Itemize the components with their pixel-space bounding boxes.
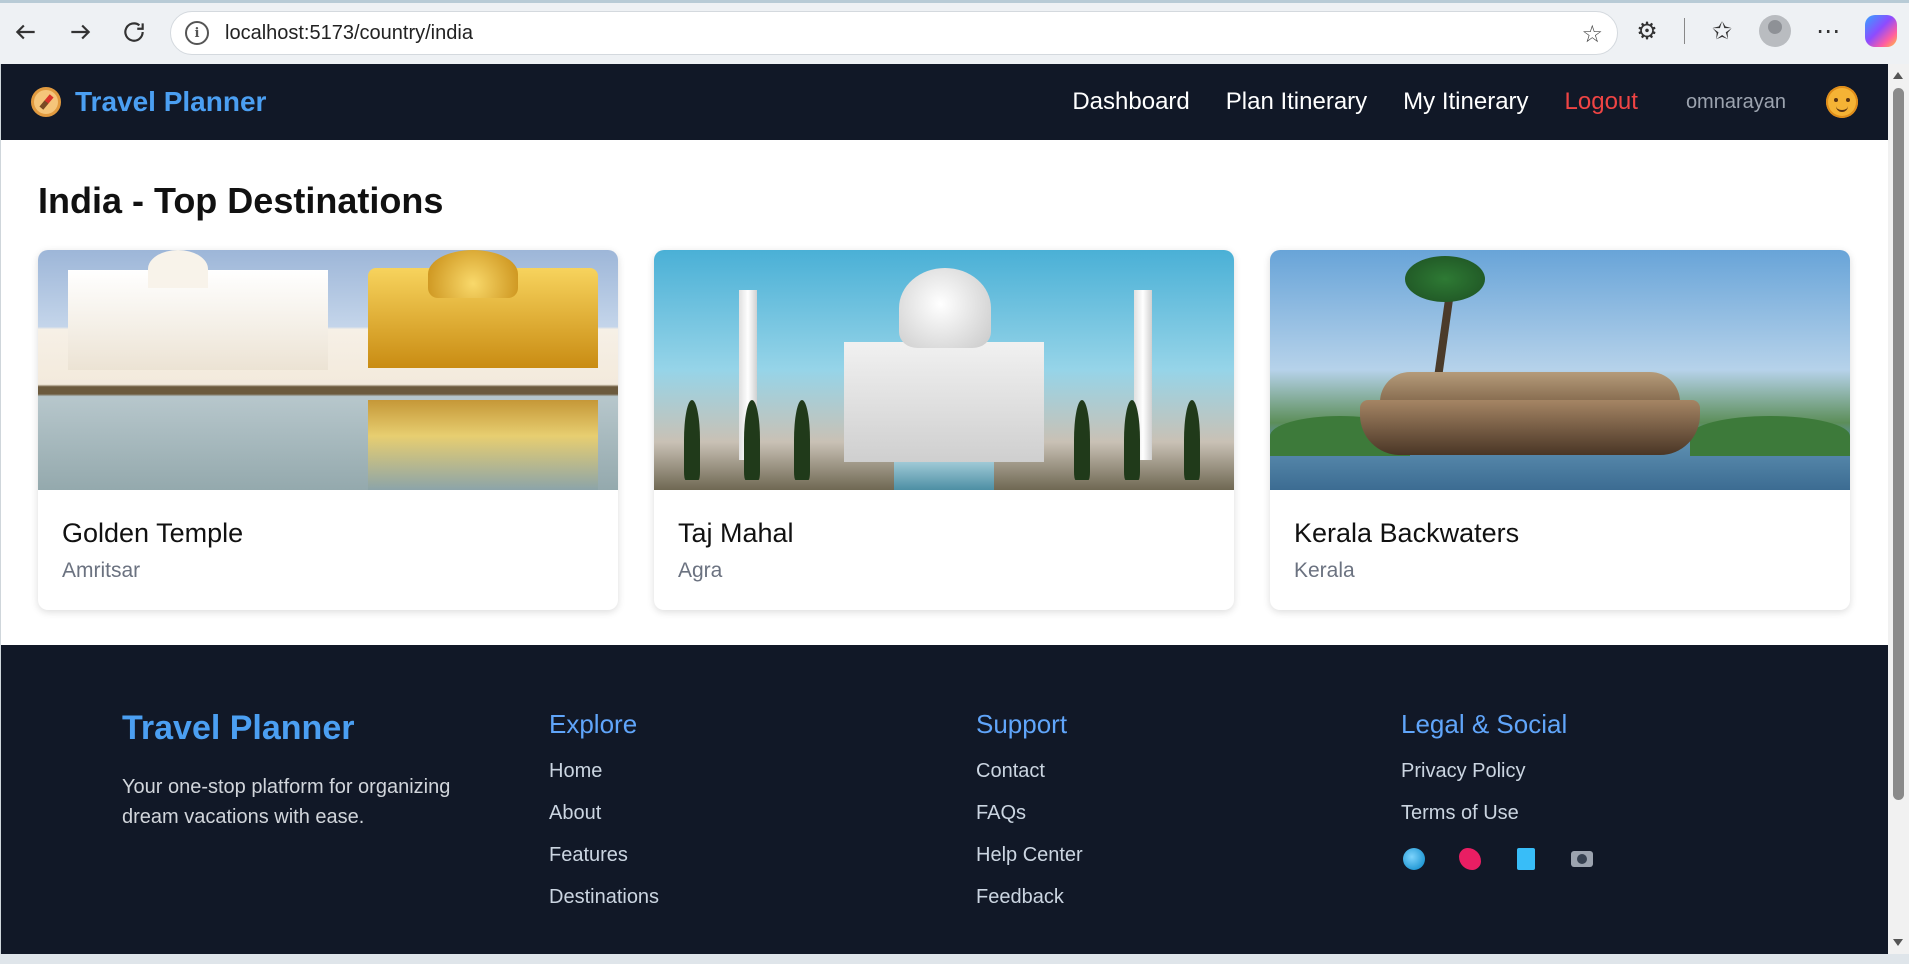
- footer-tagline: Your one-stop platform for organizing dr…: [122, 776, 451, 828]
- page-scrollbar[interactable]: [1888, 64, 1909, 954]
- logout-link[interactable]: Logout: [1565, 88, 1638, 116]
- footer-link-help-center[interactable]: Help Center: [976, 842, 1083, 884]
- brand-name: Travel Planner: [75, 86, 267, 117]
- footer-link-features[interactable]: Features: [549, 842, 659, 884]
- browser-extensions: ⚙ ✩ ⋯: [1630, 14, 1897, 48]
- destination-image-golden-temple: [38, 250, 618, 490]
- forward-button[interactable]: [60, 12, 100, 52]
- app-navbar: Travel Planner Dashboard Plan Itinerary …: [1, 64, 1888, 140]
- footer-link-home[interactable]: Home: [549, 758, 659, 800]
- arrow-left-icon: [15, 24, 35, 40]
- globe-icon[interactable]: [1401, 846, 1427, 872]
- camera-icon[interactable]: [1569, 846, 1595, 872]
- copilot-icon[interactable]: [1865, 15, 1897, 47]
- window-bottom-edge: [0, 954, 1909, 964]
- scroll-up-icon[interactable]: [1893, 72, 1903, 79]
- footer: Travel Planner Your one-stop platform fo…: [1, 645, 1888, 954]
- more-menu-icon[interactable]: ⋯: [1811, 14, 1845, 48]
- footer-brand: Travel Planner: [122, 709, 355, 747]
- footer-support-column: Support Contact FAQs Help Center Feedbac…: [976, 709, 1083, 926]
- reload-icon: [124, 22, 144, 42]
- scroll-down-icon[interactable]: [1893, 939, 1903, 946]
- footer-brand-column: Travel Planner Your one-stop platform fo…: [122, 709, 482, 832]
- destination-location: Kerala: [1294, 559, 1355, 582]
- footer-link-terms-of-use[interactable]: Terms of Use: [1401, 800, 1595, 842]
- footer-heading: Support: [976, 709, 1068, 739]
- reload-button[interactable]: [114, 12, 154, 52]
- destination-card[interactable]: Taj Mahal Agra: [654, 250, 1234, 610]
- destination-location: Amritsar: [62, 559, 141, 582]
- page-viewport: Travel Planner Dashboard Plan Itinerary …: [0, 64, 1888, 954]
- username: omnarayan: [1685, 90, 1786, 113]
- footer-legal-column: Legal & Social Privacy Policy Terms of U…: [1401, 709, 1595, 872]
- user-avatar-icon[interactable]: [1826, 86, 1858, 118]
- scrollbar-thumb[interactable]: [1893, 88, 1904, 800]
- arrow-right-icon: [71, 24, 91, 40]
- nav-link-my-itinerary[interactable]: My Itinerary: [1403, 88, 1528, 116]
- destination-cards: Golden Temple Amritsar Taj Mahal Agra Ke…: [38, 250, 1850, 610]
- footer-heading: Legal & Social: [1401, 709, 1568, 739]
- extensions-icon[interactable]: ⚙: [1630, 14, 1664, 48]
- nav-link-dashboard[interactable]: Dashboard: [1072, 88, 1189, 116]
- footer-link-contact[interactable]: Contact: [976, 758, 1083, 800]
- footer-link-faqs[interactable]: FAQs: [976, 800, 1083, 842]
- address-url[interactable]: localhost:5173/country/india: [225, 22, 473, 45]
- profile-avatar-icon[interactable]: [1759, 15, 1791, 47]
- compass-icon: [31, 87, 61, 117]
- destination-name: Kerala Backwaters: [1294, 518, 1520, 548]
- favorites-icon[interactable]: ✩: [1705, 14, 1739, 48]
- brand[interactable]: Travel Planner: [31, 86, 266, 118]
- footer-link-destinations[interactable]: Destinations: [549, 884, 659, 926]
- footer-link-privacy-policy[interactable]: Privacy Policy: [1401, 758, 1595, 800]
- nav-menu: Dashboard Plan Itinerary My Itinerary Lo…: [1072, 64, 1888, 140]
- destination-image-taj-mahal: [654, 250, 1234, 490]
- footer-link-feedback[interactable]: Feedback: [976, 884, 1083, 926]
- destination-card[interactable]: Golden Temple Amritsar: [38, 250, 618, 610]
- browser-toolbar: i localhost:5173/country/india ☆ ⚙ ✩ ⋯: [0, 0, 1909, 64]
- address-bar[interactable]: i localhost:5173/country/india ☆: [170, 11, 1618, 55]
- destination-image-kerala-backwaters: [1270, 250, 1850, 490]
- book-icon[interactable]: [1513, 846, 1539, 872]
- bird-icon[interactable]: [1457, 846, 1483, 872]
- destination-name: Golden Temple: [62, 518, 244, 548]
- nav-link-plan-itinerary[interactable]: Plan Itinerary: [1226, 88, 1367, 116]
- info-icon[interactable]: i: [185, 21, 209, 45]
- destination-card[interactable]: Kerala Backwaters Kerala: [1270, 250, 1850, 610]
- destination-name: Taj Mahal: [678, 518, 794, 548]
- social-icons: [1401, 846, 1595, 872]
- back-button[interactable]: [6, 12, 46, 52]
- toolbar-separator: [1684, 18, 1685, 44]
- favorite-star-icon[interactable]: ☆: [1581, 20, 1603, 48]
- destination-location: Agra: [678, 559, 723, 582]
- page-title: India - Top Destinations: [38, 180, 444, 221]
- footer-heading: Explore: [549, 709, 638, 739]
- footer-link-about[interactable]: About: [549, 800, 659, 842]
- footer-explore-column: Explore Home About Features Destinations: [549, 709, 659, 926]
